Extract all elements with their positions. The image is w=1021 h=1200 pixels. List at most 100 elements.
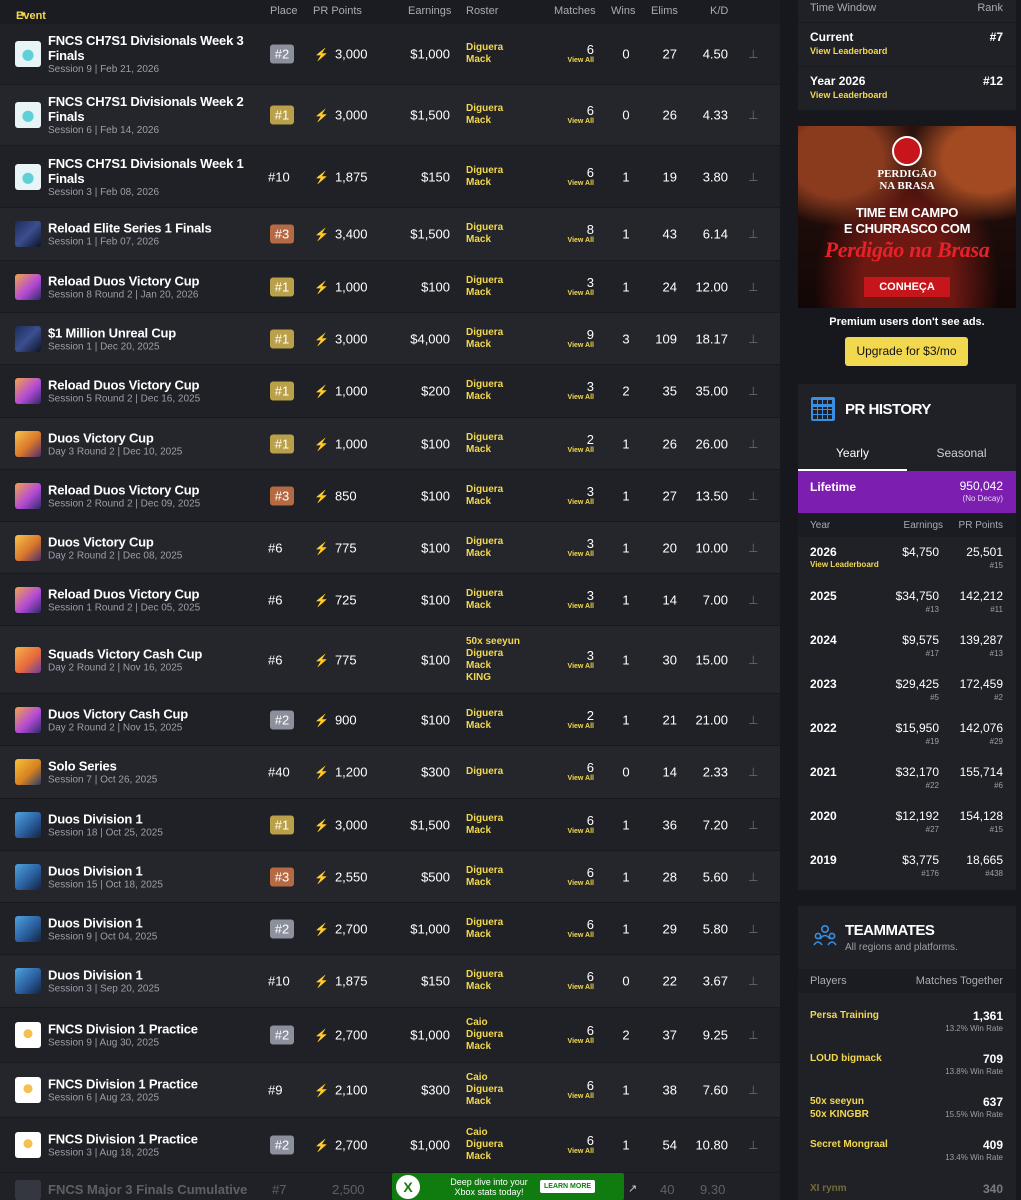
ad-choices-icon[interactable]: ↗	[628, 1182, 637, 1195]
table-row[interactable]: FNCS Division 1 Practice Session 3 | Aug …	[0, 1118, 780, 1173]
view-all-link[interactable]: View All	[556, 774, 594, 783]
roster-player-link[interactable]: Diguera	[466, 648, 520, 660]
roster-player-link[interactable]: Mack	[466, 600, 503, 612]
pin-icon[interactable]: ⊥	[748, 1028, 758, 1042]
table-row[interactable]: $1 Million Unreal Cup Session 1 | Dec 20,…	[0, 313, 780, 365]
partial-table-row[interactable]: FNCS Major 3 Finals Cumulative #7 2,500 …	[0, 1176, 780, 1200]
roster-player-link[interactable]: Diguera	[466, 275, 503, 287]
view-all-link[interactable]: View All	[556, 117, 594, 126]
event-cell[interactable]: Duos Division 1 Session 9 | Oct 04, 2025	[48, 915, 258, 942]
table-row[interactable]: Duos Victory Cash Cup Day 2 Round 2 | Nov…	[0, 694, 780, 746]
event-title[interactable]: Reload Duos Victory Cup	[48, 482, 258, 497]
event-cell[interactable]: FNCS CH7S1 Divisionals Week 3 Finals Sessi…	[48, 33, 258, 75]
roster-player-link[interactable]: Mack	[466, 177, 503, 189]
event-cell[interactable]: Duos Division 1 Session 18 | Oct 25, 2025	[48, 811, 258, 838]
roster-player-link[interactable]: Caio	[466, 1072, 503, 1084]
table-row[interactable]: FNCS Division 1 Practice Session 9 | Aug …	[0, 1008, 780, 1063]
table-row[interactable]: FNCS CH7S1 Divisionals Week 2 Finals Sessi…	[0, 85, 780, 146]
event-cell[interactable]: $1 Million Unreal Cup Session 1 | Dec 20,…	[48, 325, 258, 352]
event-title[interactable]: Duos Victory Cash Cup	[48, 706, 258, 721]
event-cell[interactable]: Squads Victory Cash Cup Day 2 Round 2 | N…	[48, 646, 258, 673]
pin-icon[interactable]: ⊥	[748, 1138, 758, 1152]
event-title[interactable]: Reload Duos Victory Cup	[48, 273, 258, 288]
pin-icon[interactable]: ⊥	[748, 170, 758, 184]
ad-cta-button[interactable]: CONHEÇA	[864, 277, 950, 297]
roster-player-link[interactable]: Caio	[466, 1017, 503, 1029]
roster-player-link[interactable]: Diguera	[466, 1029, 503, 1041]
pin-icon[interactable]: ⊥	[748, 47, 758, 61]
roster-player-link[interactable]: Diguera	[466, 1139, 503, 1151]
table-row[interactable]: Squads Victory Cash Cup Day 2 Round 2 | N…	[0, 626, 780, 694]
view-all-link[interactable]: View All	[556, 550, 594, 559]
event-cell[interactable]: Duos Victory Cup Day 3 Round 2 | Dec 10, …	[48, 430, 258, 457]
event-title[interactable]: Duos Division 1	[48, 863, 258, 878]
roster-player-link[interactable]: Diguera	[466, 813, 503, 825]
upgrade-button[interactable]: Upgrade for $3/mo	[845, 337, 968, 366]
event-title[interactable]: FNCS CH7S1 Divisionals Week 1 Finals	[48, 156, 258, 186]
roster-player-link[interactable]: Mack	[466, 548, 503, 560]
teammate-name-link[interactable]: XI rynm	[810, 1182, 847, 1195]
event-title[interactable]: Reload Elite Series 1 Finals	[48, 221, 258, 236]
view-all-link[interactable]: View All	[556, 1037, 594, 1046]
roster-player-link[interactable]: Diguera	[466, 484, 503, 496]
roster-player-link[interactable]: Diguera	[466, 222, 503, 234]
table-row[interactable]: Reload Duos Victory Cup Session 8 Round 2…	[0, 261, 780, 313]
table-row[interactable]: Reload Elite Series 1 Finals Session 1 | …	[0, 208, 780, 261]
event-title[interactable]: FNCS CH7S1 Divisionals Week 3 Finals	[48, 33, 258, 63]
roster-player-link[interactable]: Mack	[466, 929, 503, 941]
view-all-link[interactable]: View All	[556, 983, 594, 992]
view-leaderboard-link[interactable]: View Leaderboard	[810, 46, 887, 56]
view-all-link[interactable]: View All	[556, 602, 594, 611]
roster-player-link[interactable]: Diguera	[466, 42, 503, 54]
event-cell[interactable]: FNCS CH7S1 Divisionals Week 2 Finals Sessi…	[48, 94, 258, 136]
col-wins[interactable]: Wins	[611, 5, 635, 17]
pin-icon[interactable]: ⊥	[748, 713, 758, 727]
event-cell[interactable]: Reload Duos Victory Cup Session 5 Round 2…	[48, 378, 258, 405]
roster-player-link[interactable]: Diguera	[466, 1084, 503, 1096]
event-title[interactable]: FNCS Division 1 Practice	[48, 1132, 258, 1147]
pin-icon[interactable]: ⊥	[748, 922, 758, 936]
view-all-link[interactable]: View All	[556, 498, 594, 507]
event-title[interactable]: Duos Victory Cup	[48, 430, 258, 445]
event-title[interactable]: Duos Victory Cup	[48, 534, 258, 549]
view-all-link[interactable]: View All	[556, 446, 594, 455]
view-all-link[interactable]: View All	[556, 236, 594, 245]
table-row[interactable]: Duos Division 1 Session 3 | Sep 20, 2025 #…	[0, 955, 780, 1008]
teammate-name-link[interactable]: Secret Mongraal	[810, 1138, 888, 1151]
view-all-link[interactable]: View All	[556, 179, 594, 188]
table-row[interactable]: Reload Duos Victory Cup Session 2 Round 2…	[0, 470, 780, 522]
roster-player-link[interactable]: Mack	[466, 1096, 503, 1108]
event-title[interactable]: $1 Million Unreal Cup	[48, 325, 258, 340]
pin-icon[interactable]: ⊥	[748, 653, 758, 667]
roster-player-link[interactable]: Diguera	[466, 432, 503, 444]
roster-player-link[interactable]: Diguera	[466, 969, 503, 981]
teammate-row[interactable]: Persa Training 1,361 13.2% Win Rate	[798, 1001, 1016, 1044]
event-cell[interactable]: Reload Duos Victory Cup Session 2 Round 2…	[48, 482, 258, 509]
roster-player-link[interactable]: Diguera	[466, 708, 503, 720]
tab-seasonal[interactable]: Seasonal	[907, 446, 1016, 460]
col-kd[interactable]: K/D	[710, 5, 728, 17]
event-title[interactable]: Squads Victory Cash Cup	[48, 646, 258, 661]
pin-icon[interactable]: ⊥	[748, 1083, 758, 1097]
col-matches[interactable]: Matches	[554, 5, 596, 17]
col-pr-points[interactable]: PR Points	[313, 5, 362, 17]
perdigao-ad-banner[interactable]: PERDIGÃO NA BRASA TIME EM CAMPO E CHURRA…	[798, 126, 1016, 308]
roster-player-link[interactable]: Diguera	[466, 103, 503, 115]
view-all-link[interactable]: View All	[556, 722, 594, 731]
roster-player-link[interactable]: Mack	[466, 234, 503, 246]
pin-icon[interactable]: ⊥	[748, 227, 758, 241]
roster-player-link[interactable]: Mack	[466, 339, 503, 351]
view-all-link[interactable]: View All	[556, 931, 594, 940]
table-row[interactable]: FNCS Division 1 Practice Session 6 | Aug …	[0, 1063, 780, 1118]
event-title[interactable]: FNCS Division 1 Practice	[48, 1077, 258, 1092]
pin-icon[interactable]: ⊥	[748, 489, 758, 503]
event-cell[interactable]: Duos Victory Cash Cup Day 2 Round 2 | Nov…	[48, 706, 258, 733]
roster-player-link[interactable]: Mack	[466, 720, 503, 732]
roster-player-link[interactable]: Mack	[466, 660, 520, 672]
event-cell[interactable]: FNCS Division 1 Practice Session 9 | Aug …	[48, 1022, 258, 1049]
teammate-names[interactable]: 50x seeyun 50x KINGBR	[810, 1095, 869, 1121]
table-row[interactable]: Duos Victory Cup Day 2 Round 2 | Dec 08, …	[0, 522, 780, 574]
pin-icon[interactable]: ⊥	[748, 870, 758, 884]
roster-player-link[interactable]: Mack	[466, 981, 503, 993]
event-cell[interactable]: Duos Victory Cup Day 2 Round 2 | Dec 08, …	[48, 534, 258, 561]
